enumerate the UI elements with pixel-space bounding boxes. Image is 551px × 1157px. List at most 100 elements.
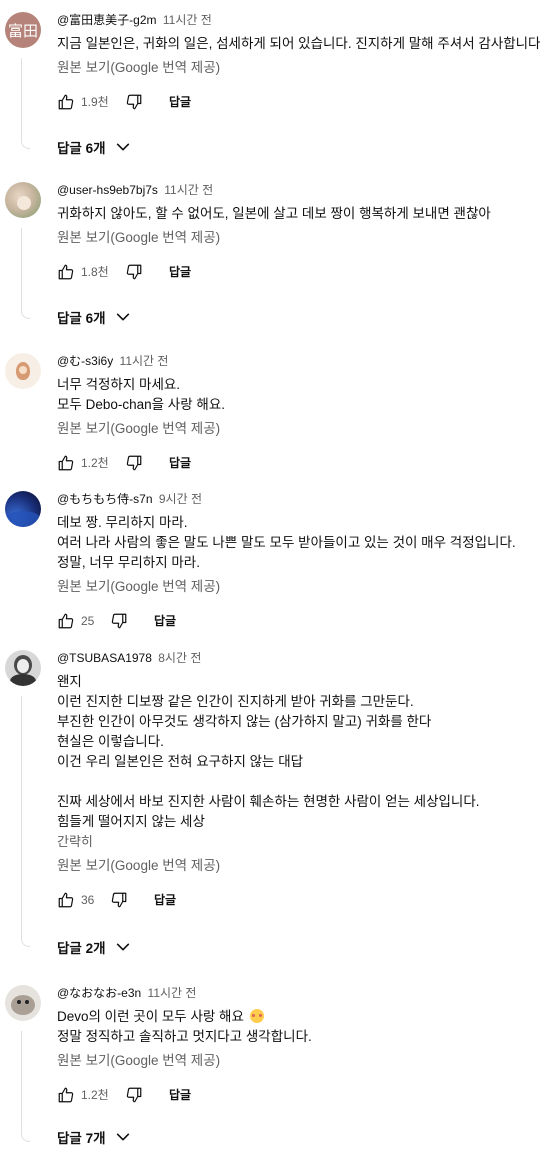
view-replies-button[interactable]: 답글 6개 [57, 136, 131, 158]
dislike-button[interactable] [122, 260, 146, 284]
chevron-down-icon [116, 143, 129, 151]
avatar[interactable] [5, 182, 41, 218]
replies-count-label: 답글 6개 [57, 141, 106, 156]
timestamp[interactable]: 9시간 전 [159, 492, 202, 506]
comment-line: 정말, 너무 무리하지 마라. [57, 555, 200, 570]
like-button[interactable] [54, 260, 78, 284]
comment-line [57, 772, 551, 792]
author-name[interactable]: @なおなお-e3n [57, 986, 141, 1000]
comment-body: @富田恵美子-g2m 11시간 전 지금 일본인은, 귀화의 일은, 섬세하게 … [57, 12, 551, 114]
reply-button[interactable]: 답글 [154, 613, 176, 629]
thumb-up-icon [58, 94, 74, 110]
view-replies-button[interactable]: 답글 6개 [57, 306, 131, 328]
comment-line: 데보 짱. 무리하지 마라. [57, 515, 188, 530]
replies-count-label: 답글 7개 [57, 1131, 106, 1146]
author-name[interactable]: @user-hs9eb7bj7s [57, 183, 158, 197]
comment-body: @む-s3i6y 11시간 전 너무 걱정하지 마세요. 모두 Debo-cha… [57, 353, 551, 475]
comment-line: 지금 일본인은, 귀화의 일은, 섬세하게 되어 있습니다. 진지하게 말해 주… [57, 36, 541, 51]
see-original-link[interactable]: 원본 보기(Google 번역 제공) [57, 1051, 551, 1071]
like-button[interactable] [54, 1083, 78, 1107]
comment-line-text: Devo의 이런 곳이 모두 사랑 해요 [57, 1009, 244, 1024]
avatar-initials: 富田 [7, 21, 38, 40]
thumb-down-icon [126, 264, 142, 280]
see-original-link[interactable]: 원본 보기(Google 번역 제공) [57, 419, 551, 439]
comment-text: 데보 짱. 무리하지 마라. 여러 나라 사람의 좋은 말도 나쁜 말도 모두 … [57, 513, 551, 573]
thumb-down-icon [111, 613, 127, 629]
author-name[interactable]: @む-s3i6y [57, 354, 113, 368]
thumb-down-icon [126, 455, 142, 471]
comment-header: @もちもち侍-s7n 9시간 전 [57, 491, 551, 507]
comment-line: 여러 나라 사람의 좋은 말도 나쁜 말도 모두 받아들이고 있는 것이 매우 … [57, 535, 516, 550]
comment-text: Devo의 이런 곳이 모두 사랑 해요 정말 정직하고 솔직하고 멋지다고 생… [57, 1007, 551, 1047]
reply-button[interactable]: 답글 [154, 892, 176, 908]
see-original-link[interactable]: 원본 보기(Google 번역 제공) [57, 228, 551, 248]
avatar[interactable] [5, 650, 41, 686]
see-original-link[interactable]: 원본 보기(Google 번역 제공) [57, 577, 551, 597]
dislike-button[interactable] [107, 609, 131, 633]
author-name[interactable]: @富田恵美子-g2m [57, 13, 157, 27]
thread-connector [21, 228, 30, 319]
avatar[interactable]: 富田 [5, 12, 41, 48]
comment-line: 힘들게 떨어지지 않는 세상 [57, 814, 205, 829]
comment-actions: 1.2천 답글 [57, 1083, 551, 1107]
like-button[interactable] [54, 609, 78, 633]
author-name[interactable]: @もちもち侍-s7n [57, 492, 153, 506]
author-name[interactable]: @TSUBASA1978 [57, 651, 152, 665]
avatar[interactable] [5, 985, 41, 1021]
reply-button[interactable]: 답글 [169, 94, 191, 110]
like-count: 1.2천 [81, 456, 109, 470]
comment-actions: 1.2천 답글 [57, 451, 551, 475]
like-button[interactable] [54, 451, 78, 475]
view-replies-button[interactable]: 답글 2개 [57, 936, 131, 958]
dislike-button[interactable] [122, 1083, 146, 1107]
thumb-up-icon [58, 613, 74, 629]
thread-connector [21, 1031, 30, 1142]
reply-button[interactable]: 답글 [169, 264, 191, 280]
timestamp[interactable]: 11시간 전 [148, 986, 197, 1000]
like-button[interactable] [54, 90, 78, 114]
avatar[interactable] [5, 353, 41, 389]
comment-line: 왠지 [57, 674, 82, 689]
comment-text: 너무 걱정하지 마세요. 모두 Debo-chan을 사랑 해요. [57, 375, 551, 415]
timestamp[interactable]: 8시간 전 [158, 651, 201, 665]
comment-actions: 1.9천 답글 [57, 90, 551, 114]
avatar[interactable] [5, 491, 41, 527]
comment-line: 현실은 이렇습니다. [57, 734, 164, 749]
like-count: 1.9천 [81, 95, 109, 109]
comment-body: @なおなお-e3n 11시간 전 Devo의 이런 곳이 모두 사랑 해요 정말… [57, 985, 551, 1107]
smiling-face-emoji-icon [249, 1009, 264, 1023]
comment-line: 귀화하지 않아도, 할 수 없어도, 일본에 살고 데보 짱이 행복하게 보내면… [57, 206, 491, 221]
thumb-down-icon [126, 1087, 142, 1103]
chevron-down-icon [116, 313, 129, 321]
comment-line: 진짜 세상에서 바보 진지한 사람이 훼손하는 현명한 사람이 얻는 세상입니다… [57, 794, 480, 809]
comment-header: @user-hs9eb7bj7s 11시간 전 [57, 182, 551, 198]
dislike-button[interactable] [107, 888, 131, 912]
comment-header: @む-s3i6y 11시간 전 [57, 353, 551, 369]
thumb-up-icon [58, 264, 74, 280]
view-replies-button[interactable]: 답글 7개 [57, 1126, 131, 1148]
dislike-button[interactable] [122, 90, 146, 114]
comment-line: 부진한 인간이 아무것도 생각하지 않는 (삼가하지 말고) 귀화를 한다 [57, 714, 432, 729]
see-original-link[interactable]: 원본 보기(Google 번역 제공) [57, 856, 551, 876]
timestamp[interactable]: 11시간 전 [164, 183, 213, 197]
reply-button[interactable]: 답글 [169, 1087, 191, 1103]
like-button[interactable] [54, 888, 78, 912]
comment-text: 왠지 이런 진지한 디보짱 같은 인간이 진지하게 받아 귀화를 그만둔다. 부… [57, 672, 551, 832]
comment-text: 귀화하지 않아도, 할 수 없어도, 일본에 살고 데보 짱이 행복하게 보내면… [57, 204, 551, 224]
timestamp[interactable]: 11시간 전 [120, 354, 169, 368]
see-original-link[interactable]: 원본 보기(Google 번역 제공) [57, 58, 551, 78]
timestamp[interactable]: 11시간 전 [163, 13, 212, 27]
comment-line: 이건 우리 일본인은 전혀 요구하지 않는 대답 [57, 754, 304, 769]
thumb-down-icon [111, 892, 127, 908]
dislike-button[interactable] [122, 451, 146, 475]
comment-actions: 25 답글 [57, 609, 551, 633]
comment-header: @富田恵美子-g2m 11시간 전 [57, 12, 551, 28]
comment-text: 지금 일본인은, 귀화의 일은, 섬세하게 되어 있습니다. 진지하게 말해 주… [57, 34, 551, 54]
comment-header: @TSUBASA1978 8시간 전 [57, 650, 551, 666]
comment-actions: 36 답글 [57, 888, 551, 912]
show-less-link[interactable]: 간략히 [57, 832, 551, 852]
thumb-up-icon [58, 892, 74, 908]
replies-count-label: 답글 2개 [57, 941, 106, 956]
like-count: 1.2천 [81, 1088, 109, 1102]
reply-button[interactable]: 답글 [169, 455, 191, 471]
